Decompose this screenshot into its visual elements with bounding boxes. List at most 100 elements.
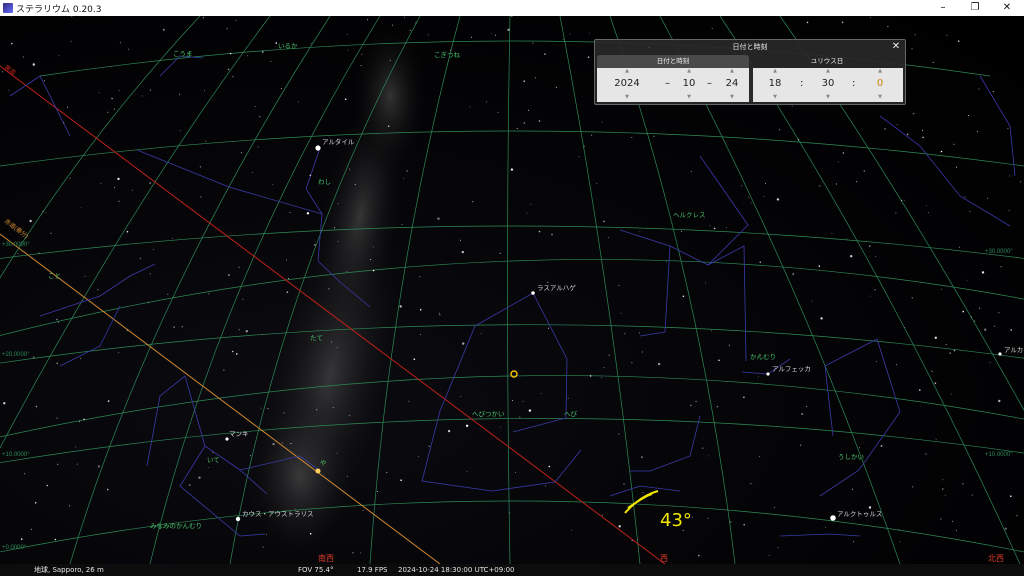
planet-marker[interactable] bbox=[315, 468, 321, 474]
month-down-arrow[interactable]: ▼ bbox=[674, 94, 704, 100]
star bbox=[637, 538, 639, 540]
status-location: 地球, Sapporo, 26 m bbox=[34, 566, 104, 574]
datetime-panel: 日付と時刻 ✕ 日付と時刻 ユリウス日 ▲ 2024 ▼ – ▲ 10 ▼ – … bbox=[594, 39, 906, 105]
star bbox=[3, 402, 6, 405]
star bbox=[944, 494, 946, 496]
star bbox=[528, 409, 532, 412]
star bbox=[530, 203, 532, 205]
star bbox=[940, 150, 943, 153]
star bbox=[567, 397, 569, 399]
star bbox=[716, 405, 719, 408]
star bbox=[419, 276, 421, 278]
star bbox=[955, 530, 957, 532]
star bbox=[618, 525, 621, 528]
minimize-button[interactable]: – bbox=[926, 0, 960, 16]
star bbox=[868, 506, 872, 509]
star bbox=[58, 321, 59, 323]
minute-down-arrow[interactable]: ▼ bbox=[813, 94, 843, 100]
star bbox=[223, 369, 225, 371]
star bbox=[657, 362, 661, 366]
sky-view[interactable]: 43° アルタイル ラスアルハゲ アルフェッカ アルクトゥルス カウス・アウスト… bbox=[0, 16, 1024, 564]
star bbox=[76, 463, 78, 465]
grid-label: +0.0000° bbox=[2, 545, 27, 551]
date-separator: – bbox=[665, 78, 670, 89]
star bbox=[600, 377, 602, 379]
star bbox=[67, 106, 69, 108]
star bbox=[17, 253, 19, 255]
minute-field[interactable]: 30 bbox=[813, 78, 843, 89]
star bbox=[952, 520, 954, 522]
star bbox=[204, 90, 205, 92]
day-field[interactable]: 24 bbox=[717, 78, 747, 89]
star bbox=[562, 39, 564, 41]
close-window-button[interactable]: ✕ bbox=[990, 0, 1024, 16]
star bbox=[673, 505, 675, 507]
star bbox=[497, 111, 499, 113]
star bbox=[898, 528, 900, 530]
star bbox=[415, 22, 417, 24]
tab-date-time[interactable]: 日付と時刻 bbox=[597, 55, 749, 68]
star bbox=[462, 342, 465, 345]
status-fps: 17.9 FPS bbox=[357, 566, 388, 574]
star bbox=[837, 161, 839, 163]
star bbox=[288, 278, 289, 280]
second-up-arrow[interactable]: ▲ bbox=[865, 68, 895, 74]
month-up-arrow[interactable]: ▲ bbox=[674, 68, 704, 74]
star bbox=[286, 291, 289, 294]
star bbox=[117, 177, 120, 181]
star bbox=[227, 68, 230, 71]
star bbox=[262, 51, 264, 53]
star bbox=[896, 124, 898, 126]
second-down-arrow[interactable]: ▼ bbox=[865, 94, 895, 100]
star bbox=[438, 312, 440, 314]
hour-field[interactable]: 18 bbox=[760, 78, 790, 89]
constellation-label: うしかい bbox=[838, 453, 864, 461]
star bbox=[978, 88, 980, 90]
hour-up-arrow[interactable]: ▲ bbox=[760, 68, 790, 74]
star bbox=[631, 540, 633, 541]
star bbox=[346, 476, 348, 478]
day-up-arrow[interactable]: ▲ bbox=[717, 68, 747, 74]
star bbox=[199, 166, 201, 168]
restore-button[interactable]: ❐ bbox=[958, 0, 992, 16]
star bbox=[624, 333, 626, 335]
star bbox=[538, 120, 541, 122]
star bbox=[935, 438, 937, 440]
star bbox=[46, 484, 49, 487]
star bbox=[22, 56, 24, 58]
year-up-arrow[interactable]: ▲ bbox=[612, 68, 642, 74]
star bbox=[631, 137, 633, 138]
star bbox=[202, 17, 204, 19]
star bbox=[540, 392, 542, 394]
star bbox=[901, 199, 903, 201]
second-field[interactable]: 0 bbox=[865, 78, 895, 89]
star bbox=[84, 275, 86, 277]
star bbox=[344, 98, 347, 101]
year-down-arrow[interactable]: ▼ bbox=[612, 94, 642, 100]
close-icon[interactable]: ✕ bbox=[890, 40, 902, 54]
star bbox=[962, 483, 964, 485]
star bbox=[971, 494, 973, 496]
star bbox=[953, 349, 956, 352]
year-field[interactable]: 2024 bbox=[612, 78, 642, 89]
star bbox=[179, 93, 181, 95]
star-label: アルフェッカ bbox=[772, 365, 811, 373]
star bbox=[232, 75, 234, 78]
tab-julian-day[interactable]: ユリウス日 bbox=[751, 55, 903, 68]
minute-up-arrow[interactable]: ▲ bbox=[813, 68, 843, 74]
cardinal-labels: 南西 西 北西 bbox=[318, 553, 1004, 563]
star bbox=[922, 129, 924, 131]
star bbox=[869, 295, 871, 297]
month-field[interactable]: 10 bbox=[674, 78, 704, 89]
star bbox=[328, 288, 330, 290]
star bbox=[261, 334, 263, 336]
hour-down-arrow[interactable]: ▼ bbox=[760, 94, 790, 100]
star bbox=[919, 389, 921, 391]
constellation-label: みなみのかんむり bbox=[150, 522, 202, 530]
star bbox=[641, 351, 643, 353]
star bbox=[75, 446, 77, 448]
star bbox=[346, 33, 348, 35]
star bbox=[523, 122, 526, 124]
day-down-arrow[interactable]: ▼ bbox=[717, 94, 747, 100]
star bbox=[465, 424, 469, 427]
